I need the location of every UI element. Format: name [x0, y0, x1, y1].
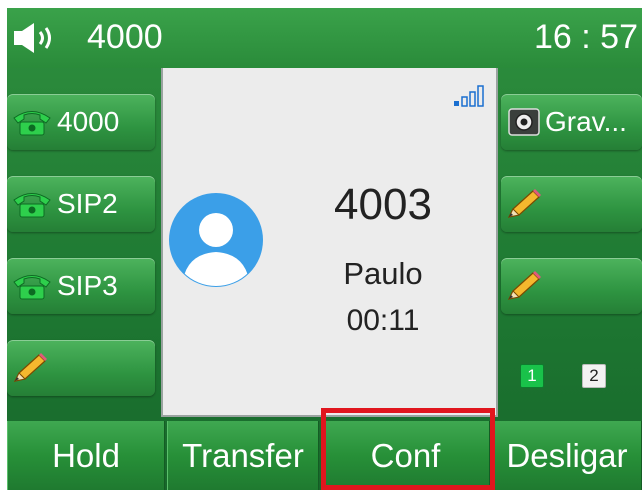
signal-strength-icon: [454, 85, 484, 107]
conference-button[interactable]: Conf: [321, 421, 490, 490]
avatar: [169, 193, 263, 287]
line-key-empty[interactable]: [501, 176, 642, 232]
status-bar: 4000 16 : 57: [7, 8, 642, 68]
hold-button[interactable]: Hold: [7, 421, 165, 490]
clock: 16 : 57: [534, 18, 638, 56]
line-key-label: 4000: [57, 106, 120, 137]
status-extension: 4000: [87, 18, 163, 56]
phone-icon: [13, 111, 51, 136]
page-indicator-1[interactable]: 1: [520, 364, 544, 388]
record-key-label: Grav...: [545, 106, 627, 137]
pencil-icon: [507, 189, 541, 218]
transfer-button[interactable]: Transfer: [167, 421, 319, 490]
phone-icon: [13, 193, 51, 218]
phone-icon: [13, 275, 51, 300]
record-icon: [508, 108, 540, 136]
call-panel: 4003 Paulo 00:11: [161, 68, 498, 417]
line-key-empty[interactable]: [7, 340, 155, 396]
pencil-icon: [507, 271, 541, 300]
line-key-empty[interactable]: [501, 258, 642, 314]
line-key-label: SIP2: [57, 188, 118, 219]
line-key-sip2[interactable]: SIP2: [7, 176, 155, 232]
pencil-icon: [13, 353, 47, 382]
line-key-label: SIP3: [57, 270, 118, 301]
record-key[interactable]: Grav...: [501, 94, 642, 150]
line-key-4000[interactable]: 4000: [7, 94, 155, 150]
call-number: 4003: [334, 180, 432, 229]
hang-up-button[interactable]: Desligar: [492, 421, 642, 490]
call-timer: 00:11: [346, 304, 420, 337]
line-key-sip3[interactable]: SIP3: [7, 258, 155, 314]
speaker-icon: [14, 23, 51, 53]
page-indicator-2[interactable]: 2: [582, 364, 606, 388]
phone-screen: 4000 16 : 57 4000 SIP2 SIP3 Grav... 1 2 …: [7, 8, 642, 490]
caller-name: Paulo: [343, 256, 423, 291]
